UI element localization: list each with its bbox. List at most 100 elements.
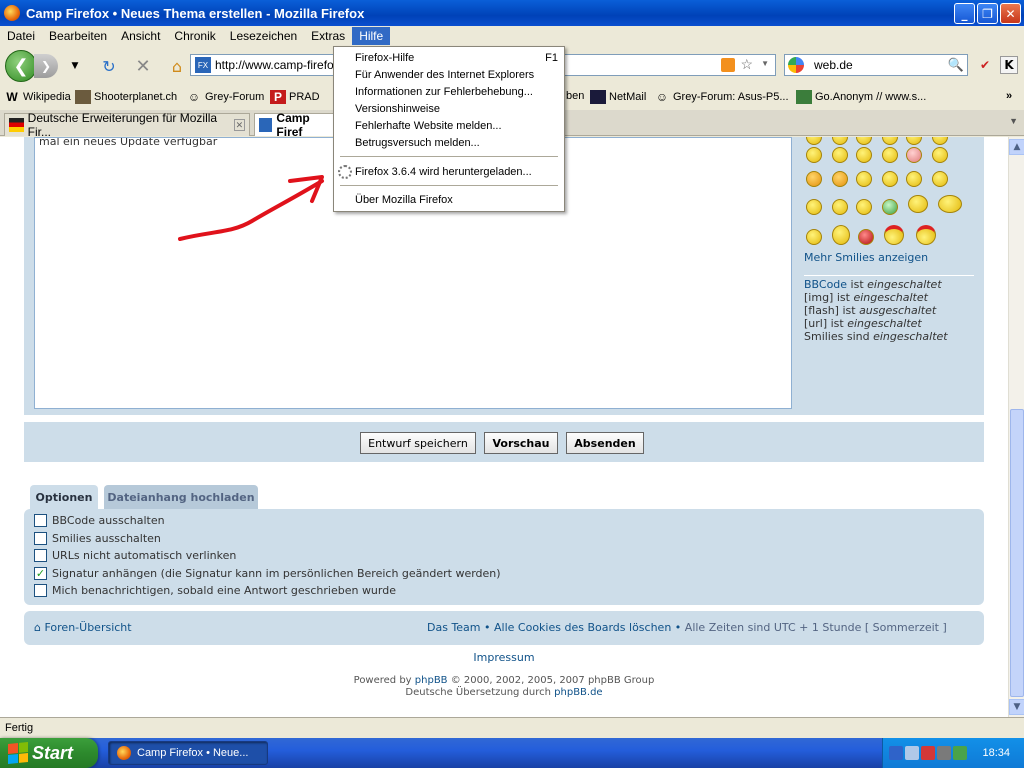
scrollbar-thumb[interactable] [1010,409,1024,697]
bookmark-ben[interactable]: ben [566,90,584,102]
window-titlebar[interactable]: Camp Firefox • Neues Thema erstellen - M… [0,0,1024,26]
option-no-autolink[interactable]: URLs nicht automatisch verlinken [34,549,236,562]
addon-icon[interactable]: ✔ [976,56,994,74]
bbcode-link[interactable]: BBCode [804,278,847,291]
home-icon[interactable]: ⌂ [166,55,188,77]
santa-smiley-icon[interactable] [884,225,904,245]
bookmark-wikipedia[interactable]: W Wikipedia [4,90,70,104]
option-attach-signature[interactable]: ✓ Signatur anhängen (die Signatur kann im… [34,567,501,580]
bookmark-grey-forum[interactable]: ☺ Grey-Forum [186,90,264,104]
option-disable-smilies[interactable]: Smilies ausschalten [34,532,161,545]
google-engine-icon[interactable] [788,57,804,73]
menu-item-troubleshooting[interactable]: Informationen zur Fehlerbehebung... [355,83,558,100]
menu-item-release-notes[interactable]: Versionshinweise [355,100,558,117]
menu-item-firefox-help[interactable]: Firefox-Hilfe F1 [355,49,558,66]
antivirus-icon[interactable] [921,746,935,760]
bookmark-prad[interactable]: P PRAD [270,90,320,104]
tab-list-dropdown-icon[interactable]: ▼ [1009,116,1018,126]
scroll-up-icon[interactable]: ▲ [1009,139,1024,155]
menu-extras[interactable]: Extras [304,27,352,45]
phpbb-de-link[interactable]: phpBB.de [554,687,602,698]
phpbb-link[interactable]: phpBB [415,675,448,686]
laugh-smiley-icon[interactable] [832,147,848,163]
start-button[interactable]: Start [0,738,98,768]
bookmarks-overflow-button[interactable]: » [1006,90,1012,102]
rss-feed-icon[interactable] [721,58,735,72]
option-disable-bbcode[interactable]: BBCode ausschalten [34,514,165,527]
tab-close-icon[interactable]: ✕ [233,119,245,131]
checkbox-checked[interactable]: ✓ [34,567,47,580]
monitor-icon[interactable] [905,746,919,760]
close-button[interactable]: ✕ [1000,3,1021,24]
menu-datei[interactable]: Datei [0,27,42,45]
save-draft-button[interactable]: Entwurf speichern [360,432,476,454]
menu-item-update-download[interactable]: Firefox 3.6.4 wird heruntergeladen... [355,163,558,180]
bookmark-shooterplanet[interactable]: Shooterplanet.ch [75,90,177,104]
minimize-button[interactable]: _ [954,3,975,24]
menu-ansicht[interactable]: Ansicht [114,27,167,45]
team-link[interactable]: Das Team [427,621,481,634]
confused-smiley-icon[interactable] [806,229,822,245]
cool-smiley-icon[interactable] [806,147,822,163]
forum-index-link[interactable]: ⌂ Foren-Übersicht [34,621,132,634]
speaker-icon[interactable] [937,746,951,760]
rolleyes-smiley-icon[interactable] [856,171,872,187]
url-dropdown-icon[interactable]: ▼ [761,59,769,68]
tab-camp-firefox[interactable]: Camp Firef [254,111,334,139]
menu-lesezeichen[interactable]: Lesezeichen [223,27,304,45]
twisted-smiley-icon[interactable] [832,171,848,187]
tab-deutsche-erweiterungen[interactable]: Deutsche Erweiterungen für Mozilla Fir..… [4,111,250,139]
evil-smiley-icon[interactable] [806,171,822,187]
checkbox[interactable] [34,532,47,545]
bookmark-grey-forum-asus[interactable]: ☺ Grey-Forum: Asus-P5... [654,90,789,104]
option-notify[interactable]: Mich benachrichtigen, sobald eine Antwor… [34,584,396,597]
bookmark-netmail[interactable]: NetMail [590,90,646,104]
delete-cookies-link[interactable]: Alle Cookies des Boards löschen [494,621,671,634]
maximize-button[interactable]: ❐ [977,3,998,24]
tab-options[interactable]: Optionen [30,485,98,509]
back-button[interactable]: ❮ [5,50,37,82]
exclaim-smiley-icon[interactable] [906,171,922,187]
preview-button[interactable]: Vorschau [484,432,558,454]
grin-smiley-icon[interactable] [856,147,872,163]
mrgreen-smiley-icon[interactable] [882,199,898,215]
menu-item-ie-users[interactable]: Für Anwender des Internet Explorers [355,66,558,83]
tab-attachment-upload[interactable]: Dateianhang hochladen [104,485,258,509]
santa-smiley-2-icon[interactable] [916,225,936,245]
smile-smiley-icon[interactable] [882,147,898,163]
k-icon[interactable]: K [1000,56,1018,74]
reload-icon[interactable]: ↻ [98,55,120,77]
vertical-scrollbar[interactable]: ▲ ▼ [1008,137,1024,717]
arrow-smiley-icon[interactable] [832,199,848,215]
embarrassed-smiley-icon[interactable] [906,147,922,163]
menu-chronik[interactable]: Chronik [167,27,222,45]
checkbox[interactable] [34,549,47,562]
sad-smiley-icon[interactable] [932,147,948,163]
menu-item-about-firefox[interactable]: Über Mozilla Firefox [355,191,558,208]
wink-smiley-icon[interactable] [882,171,898,187]
menu-hilfe[interactable]: Hilfe [352,27,391,45]
neutral-smiley-icon[interactable] [856,199,872,215]
network-icon[interactable] [889,746,903,760]
search-input[interactable]: web.de [814,58,853,72]
checkbox[interactable] [34,584,47,597]
menu-item-report-broken-site[interactable]: Fehlerhafte Website melden... [355,117,558,134]
menu-item-report-fraud[interactable]: Betrugsversuch melden... [355,134,558,151]
taskbar-item-firefox[interactable]: Camp Firefox • Neue... [108,741,268,765]
checkbox[interactable] [34,514,47,527]
question-smiley-icon[interactable] [932,171,948,187]
stop-icon[interactable]: ✕ [132,55,154,77]
menu-bearbeiten[interactable]: Bearbeiten [42,27,114,45]
thumbs-smiley-icon[interactable] [938,195,962,213]
forward-button[interactable]: ❯ [34,54,58,78]
more-smilies-link[interactable]: Mehr Smilies anzeigen [804,251,928,264]
search-icon[interactable]: 🔍 [948,57,964,73]
utility-icon[interactable] [953,746,967,760]
history-dropdown-icon[interactable]: ▼ [64,55,86,77]
idea-smiley-icon[interactable] [806,199,822,215]
question-cloud-smiley-icon[interactable] [908,195,928,213]
dizzy-smiley-icon[interactable] [832,225,850,245]
bookmark-go-anonym[interactable]: Go.Anonym // www.s... [796,90,926,104]
impressum-link[interactable]: Impressum [473,651,534,664]
submit-button[interactable]: Absenden [566,432,644,454]
